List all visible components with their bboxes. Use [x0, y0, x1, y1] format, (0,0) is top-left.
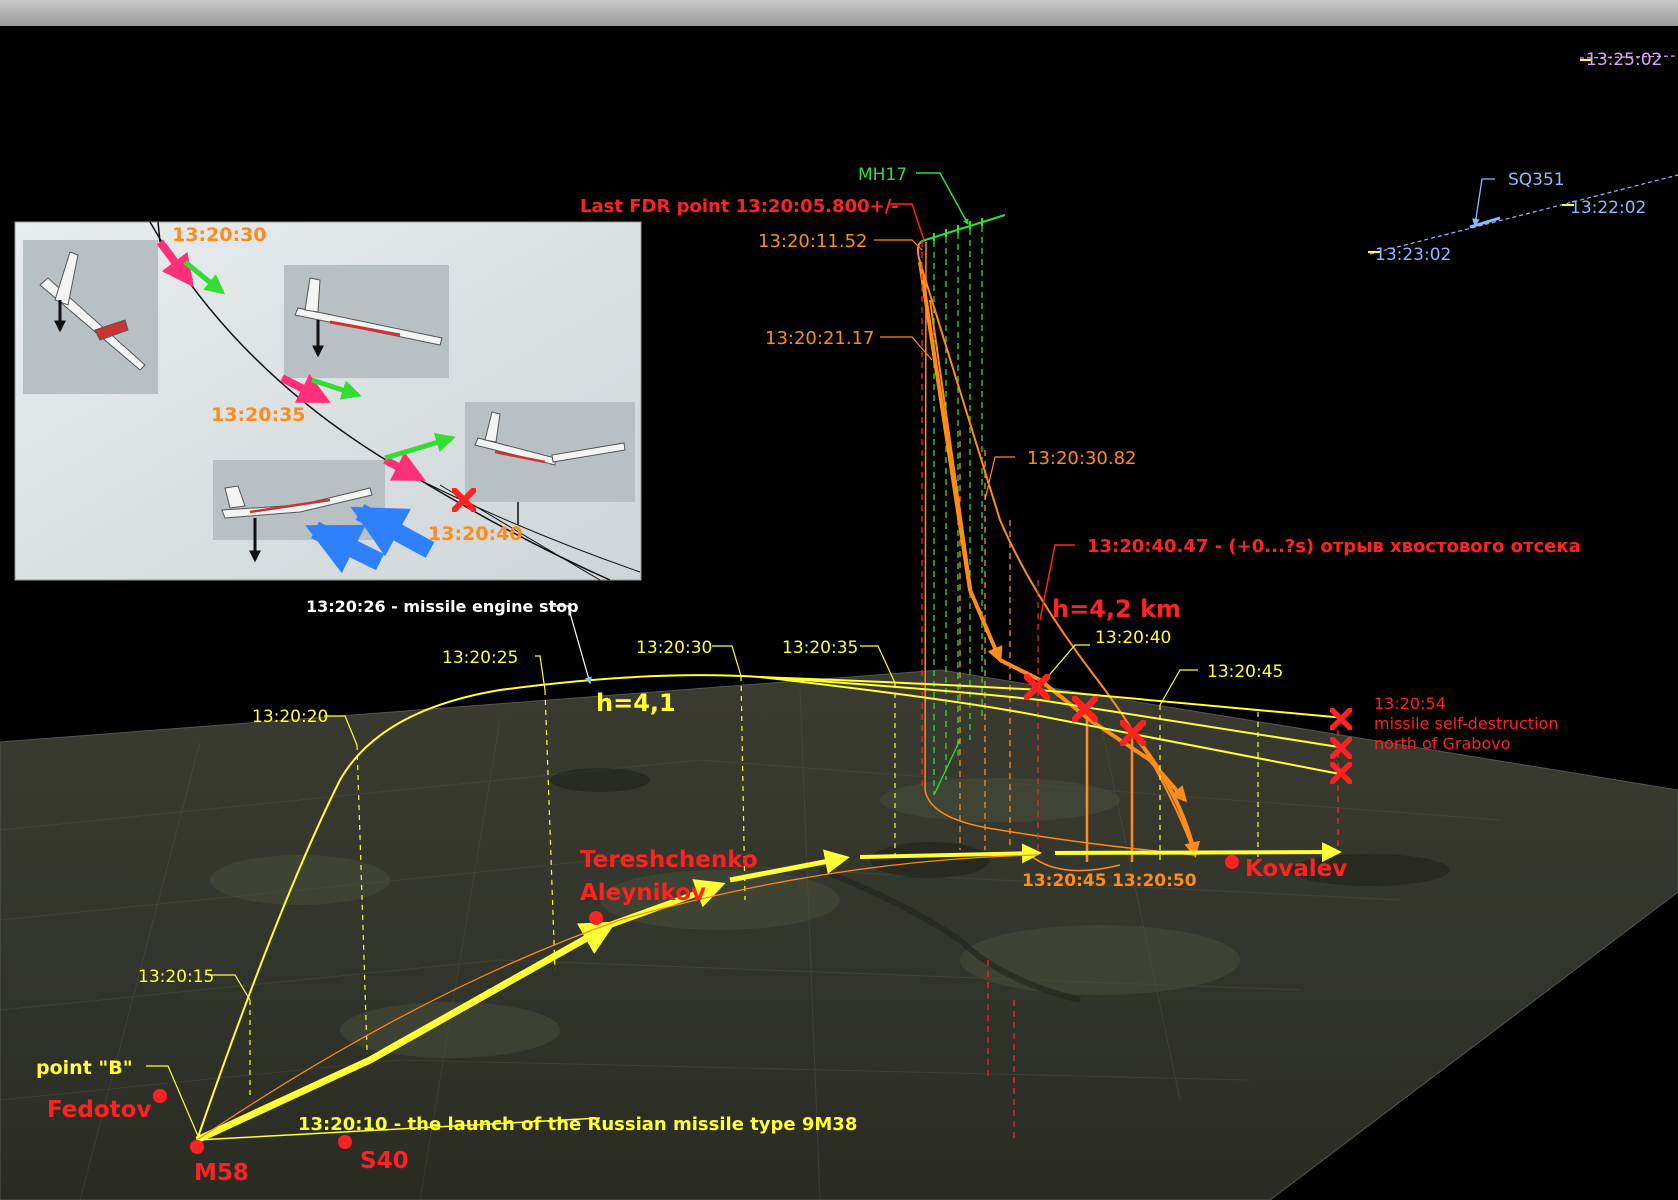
self-destruct-line-2: north of Grabovo — [1374, 734, 1511, 753]
ground-time-45: 13:20:45 — [1022, 871, 1107, 891]
kovalev-marker — [1225, 855, 1239, 869]
missile-time-25: 13:20:25 — [442, 648, 518, 668]
track-time-1323: 13:23:02 — [1375, 245, 1451, 265]
launch-label: 13:20:10 - the launch of the Russian mis… — [298, 1114, 857, 1135]
last-fdr-label: Last FDR point 13:20:05.800+/- — [580, 196, 899, 217]
altitude-label: h=4,2 km — [1052, 595, 1181, 623]
missile-time-15: 13:20:15 — [138, 967, 214, 987]
inset-time-35: 13:20:35 — [211, 404, 306, 426]
fall-time-1152: 13:20:11.52 — [758, 231, 867, 252]
aleynikov-label: Aleynikov — [580, 880, 706, 906]
fall-time-2117: 13:20:21.17 — [765, 328, 874, 349]
kovalev-label: Kovalev — [1245, 856, 1347, 882]
fedotov-marker — [153, 1089, 167, 1103]
s40-label: S40 — [360, 1148, 409, 1174]
engine-stop-label: 13:20:26 - missile engine stop — [306, 597, 579, 616]
ground-time-50: 13:20:50 — [1112, 871, 1197, 891]
sq351-track — [1368, 55, 1678, 255]
breakup-label: 13:20:40.47 - (+0...?s) отрыв хвостового… — [1087, 536, 1581, 557]
missile-time-30: 13:20:30 — [636, 638, 712, 658]
track-time-1325: 13:25:02 — [1586, 50, 1662, 70]
trajectory-scene: 13:20:30 13:20:35 13:20:40 MH17 Last FDR… — [0, 50, 1678, 1200]
plane-card-2 — [284, 265, 449, 378]
point-b-label: point "B" — [36, 1057, 133, 1079]
fedotov-label: Fedotov — [47, 1097, 151, 1123]
m58-marker — [190, 1140, 204, 1154]
inset-panel — [14, 221, 642, 581]
track-time-1322: 13:22:02 — [1570, 198, 1646, 218]
self-destruct-marker-1 — [1332, 710, 1350, 728]
mh17-label: MH17 — [858, 165, 907, 185]
breakup-time-40: 13:20:40 — [1095, 628, 1171, 648]
s40-marker — [338, 1135, 352, 1149]
self-destruct-line-1: missile self-destruction — [1374, 714, 1558, 733]
self-destruct-time: 13:20:54 — [1374, 694, 1446, 713]
missile-time-45: 13:20:45 — [1207, 662, 1283, 682]
inset-time-40: 13:20:40 — [428, 523, 523, 545]
tereshchenko-label: Tereshchenko — [580, 847, 758, 873]
missile-altitude-label: h=4,1 — [596, 689, 676, 717]
missile-time-35: 13:20:35 — [782, 638, 858, 658]
fall-time-3082: 13:20:30.82 — [1027, 448, 1136, 469]
missile-time-20: 13:20:20 — [252, 707, 328, 727]
m58-label: M58 — [194, 1160, 249, 1186]
tereshchenko-marker — [589, 911, 603, 925]
diagram-canvas: 13:20:30 13:20:35 13:20:40 MH17 Last FDR… — [0, 0, 1678, 1200]
sq351-label: SQ351 — [1508, 170, 1565, 190]
inset-time-30: 13:20:30 — [172, 224, 267, 246]
